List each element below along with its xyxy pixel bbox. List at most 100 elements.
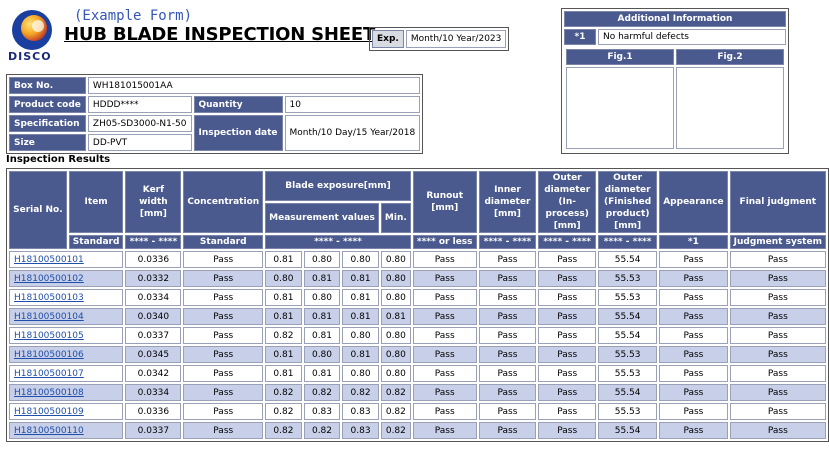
appearance-value: Pass [659, 403, 728, 420]
measurement-3: 0.80 [342, 327, 379, 344]
col-runout: Runout [mm] [412, 171, 477, 233]
serial-link[interactable]: H18100500106 [9, 346, 124, 363]
runout-value: Pass [412, 365, 477, 382]
min-value: 0.80 [380, 327, 411, 344]
insp-date-value: Month/10 Day/15 Year/2018 [284, 115, 421, 151]
outer-finished-value: 55.53 [598, 346, 658, 363]
col-item: Item [68, 171, 124, 233]
runout-value: Pass [412, 403, 477, 420]
concentration-value: Pass [183, 422, 264, 439]
additional-info-title: Additional Information [564, 11, 786, 27]
kerf-value: 0.0336 [125, 251, 182, 268]
std-inner: **** - **** [478, 235, 537, 249]
inspection-results-table: Serial No. Item Kerf width [mm] Concentr… [6, 168, 829, 442]
serial-link[interactable]: H18100500102 [9, 270, 124, 287]
measurement-3: 0.81 [342, 270, 379, 287]
inner-diameter-value: Pass [478, 251, 537, 268]
product-code-value: HDDD**** [87, 96, 192, 113]
inner-diameter-value: Pass [478, 270, 537, 287]
appearance-value: Pass [659, 251, 728, 268]
serial-link[interactable]: H18100500104 [9, 308, 124, 325]
fig2-label: Fig.2 [676, 49, 784, 65]
serial-link[interactable]: H18100500109 [9, 403, 124, 420]
final-judgment-value: Pass [729, 270, 826, 287]
measurement-2: 0.81 [303, 308, 341, 325]
serial-link[interactable]: H18100500108 [9, 384, 124, 401]
min-value: 0.81 [380, 308, 411, 325]
table-row: H18100500105 0.0337 Pass 0.82 0.81 0.80 0.80 Pa… [9, 327, 826, 344]
final-judgment-value: Pass [729, 251, 826, 268]
serial-link[interactable]: H18100500101 [9, 251, 124, 268]
table-row: H18100500102 0.0332 Pass 0.80 0.81 0.81 0.80 Pa… [9, 270, 826, 287]
final-judgment-value: Pass [729, 403, 826, 420]
col-final-judgment: Final judgment [729, 171, 826, 233]
concentration-value: Pass [183, 346, 264, 363]
appearance-value: Pass [659, 346, 728, 363]
final-judgment-value: Pass [729, 308, 826, 325]
runout-value: Pass [412, 308, 477, 325]
runout-value: Pass [412, 251, 477, 268]
std-runout: **** or less [412, 235, 477, 249]
col-measurement-values: Measurement values [265, 203, 379, 233]
outer-finished-value: 55.53 [598, 365, 658, 382]
fig2-area [676, 67, 784, 149]
expiration-box: Exp. Month/10 Year/2023 [369, 27, 510, 51]
concentration-value: Pass [183, 403, 264, 420]
min-value: 0.80 [380, 251, 411, 268]
inner-diameter-value: Pass [478, 327, 537, 344]
outer-inprocess-value: Pass [538, 422, 596, 439]
serial-link[interactable]: H18100500105 [9, 327, 124, 344]
col-outer-inprocess: Outer diameter (In-process) [mm] [538, 171, 596, 233]
spec-value: ZH05-SD3000-N1-50 [87, 115, 192, 132]
outer-inprocess-value: Pass [538, 270, 596, 287]
measurement-1: 0.81 [265, 365, 302, 382]
outer-inprocess-value: Pass [538, 403, 596, 420]
std-blade: **** - **** [265, 235, 411, 249]
outer-finished-value: 55.54 [598, 422, 658, 439]
min-value: 0.82 [380, 422, 411, 439]
measurement-1: 0.82 [265, 327, 302, 344]
measurement-2: 0.83 [303, 403, 341, 420]
concentration-value: Pass [183, 251, 264, 268]
measurement-2: 0.81 [303, 365, 341, 382]
inner-diameter-value: Pass [478, 289, 537, 306]
final-judgment-value: Pass [729, 384, 826, 401]
measurement-2: 0.80 [303, 346, 341, 363]
min-value: 0.80 [380, 365, 411, 382]
kerf-value: 0.0337 [125, 327, 182, 344]
table-row: H18100500109 0.0336 Pass 0.82 0.83 0.83 0.82 Pa… [9, 403, 826, 420]
min-value: 0.80 [380, 270, 411, 287]
product-code-label: Product code [9, 96, 86, 113]
kerf-value: 0.0336 [125, 403, 182, 420]
kerf-value: 0.0340 [125, 308, 182, 325]
size-value: DD-PVT [87, 134, 192, 151]
insp-date-label: Inspection date [193, 115, 283, 151]
serial-link[interactable]: H18100500103 [9, 289, 124, 306]
outer-inprocess-value: Pass [538, 365, 596, 382]
col-concentration: Concentration [183, 171, 264, 233]
min-value: 0.80 [380, 289, 411, 306]
outer-finished-value: 55.54 [598, 384, 658, 401]
quantity-label: Quantity [193, 96, 283, 113]
inner-diameter-value: Pass [478, 365, 537, 382]
spec-label: Specification [9, 115, 86, 132]
inner-diameter-value: Pass [478, 346, 537, 363]
kerf-value: 0.0332 [125, 270, 182, 287]
measurement-2: 0.81 [303, 327, 341, 344]
measurement-1: 0.81 [265, 308, 302, 325]
measurement-1: 0.82 [265, 403, 302, 420]
serial-link[interactable]: H18100500107 [9, 365, 124, 382]
measurement-3: 0.83 [342, 422, 379, 439]
final-judgment-value: Pass [729, 365, 826, 382]
appearance-value: Pass [659, 422, 728, 439]
serial-link[interactable]: H18100500110 [9, 422, 124, 439]
additional-info-panel: Additional Information *1 No harmful def… [561, 8, 789, 154]
kerf-value: 0.0342 [125, 365, 182, 382]
measurement-2: 0.82 [303, 384, 341, 401]
table-row: H18100500110 0.0337 Pass 0.82 0.82 0.83 0.82 Pa… [9, 422, 826, 439]
example-form-label: (Example Form) [74, 8, 193, 24]
col-kerf: Kerf width [mm] [125, 171, 182, 233]
logo-text: DISCO [8, 50, 52, 63]
fig1-label: Fig.1 [566, 49, 674, 65]
concentration-value: Pass [183, 308, 264, 325]
